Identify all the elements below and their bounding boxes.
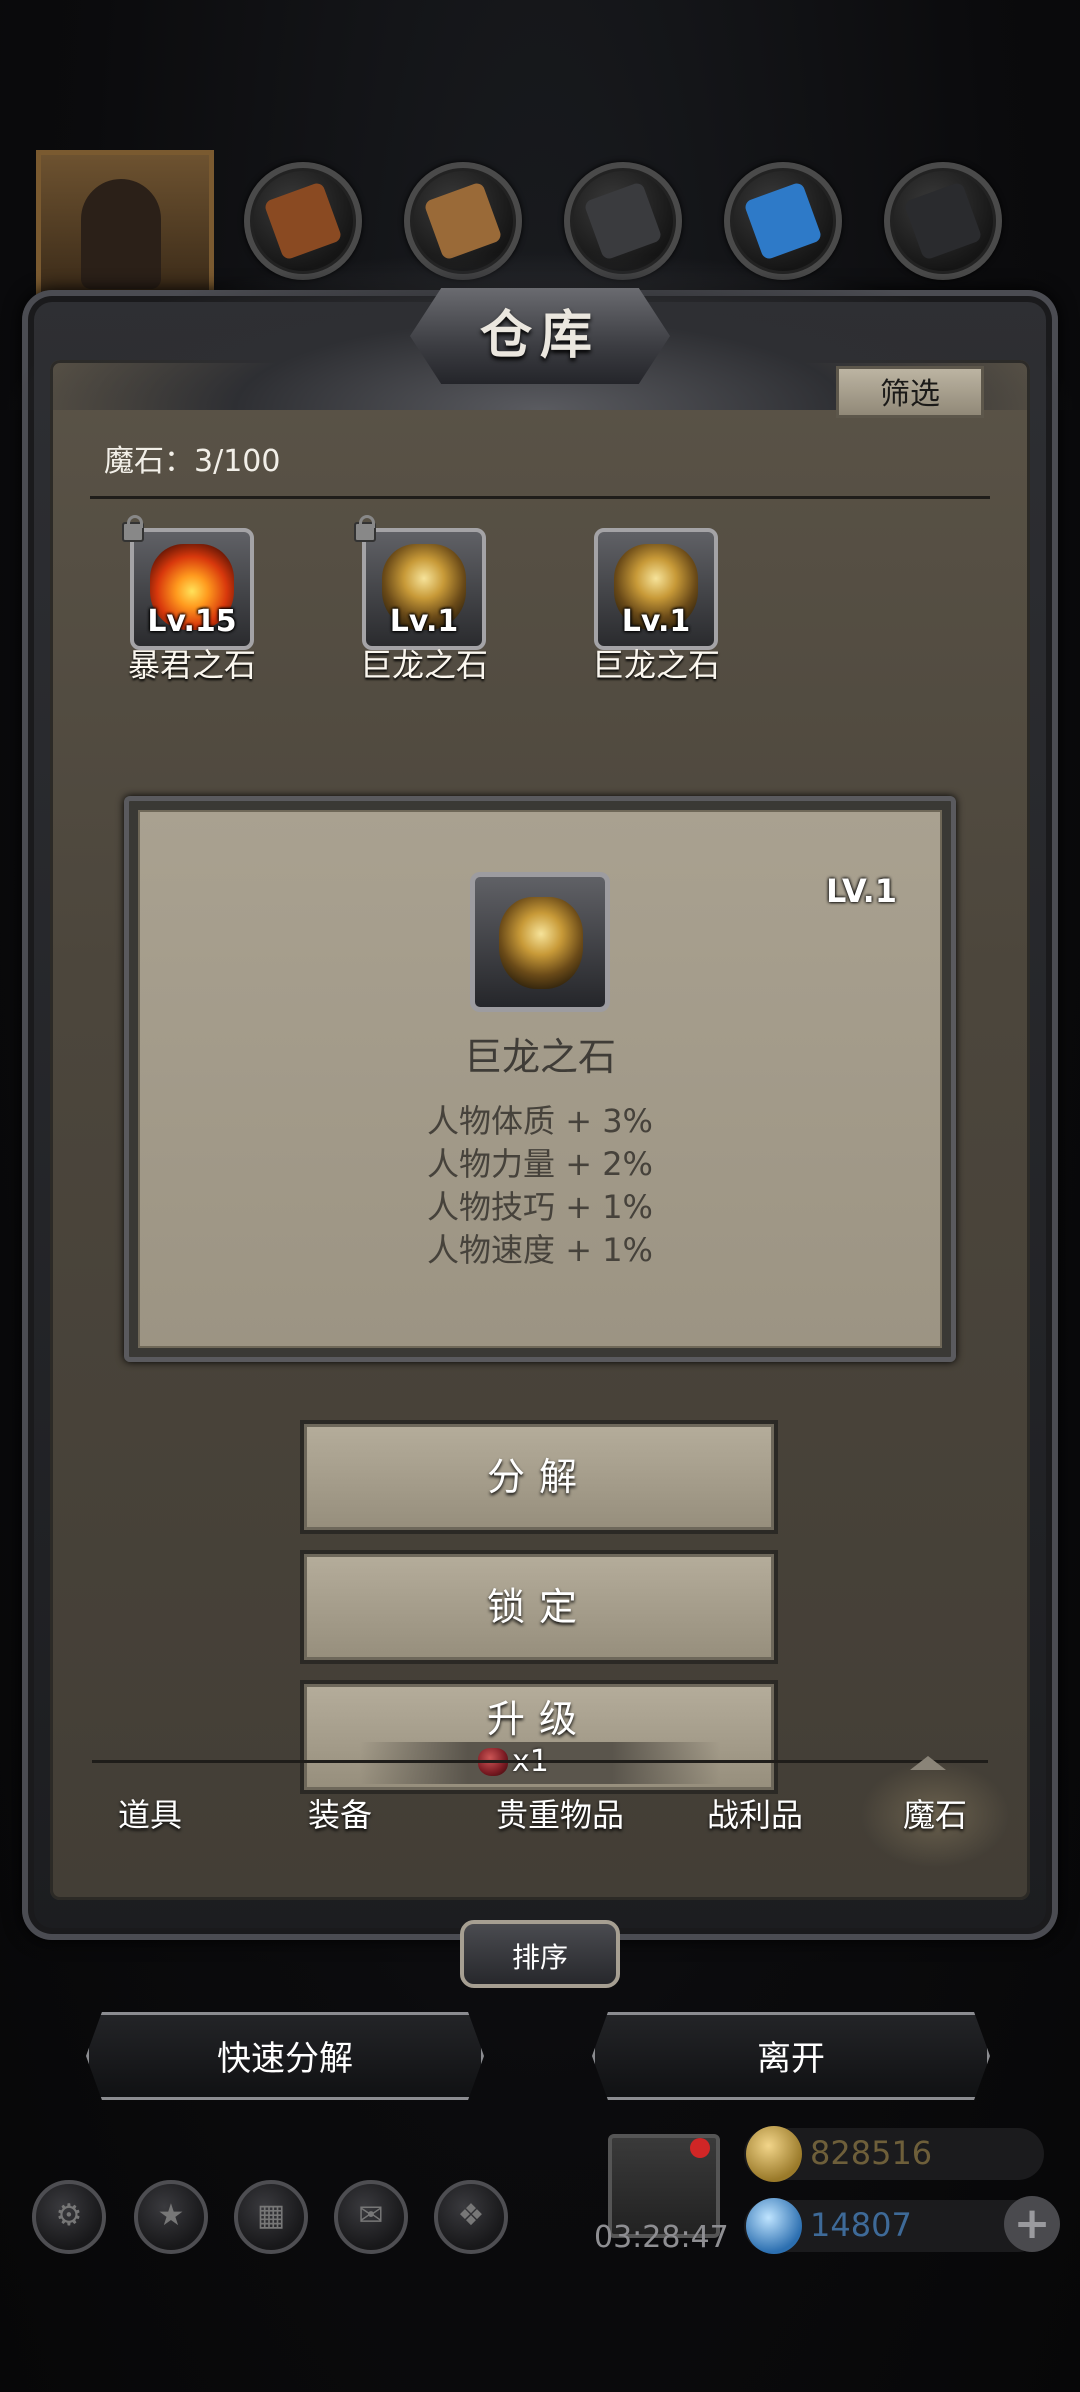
add-currency-button[interactable]: +	[1004, 2196, 1060, 2252]
item-level: Lv.1	[621, 604, 691, 639]
category-tabs: 道具 装备 贵重物品 战利品 魔石	[50, 1762, 1030, 1868]
inventory-item[interactable]: Lv.1 巨龙之石	[586, 528, 726, 684]
stat-list: 人物体质 + 3% 人物力量 + 2% 人物技巧 + 1% 人物速度 + 1%	[138, 1100, 942, 1272]
tab-items[interactable]: 道具	[90, 1762, 210, 1868]
mail-icon[interactable]: ✉	[334, 2180, 408, 2254]
quick-decompose-button[interactable]: 快速分解	[86, 2012, 484, 2100]
item-name: 暴君之石	[127, 646, 256, 684]
tab-loot[interactable]: 战利品	[670, 1762, 840, 1868]
tab-valuables[interactable]: 贵重物品	[460, 1762, 660, 1868]
blue-gem-icon	[746, 2198, 802, 2254]
item-level: Lv.1	[389, 604, 459, 639]
tab-equipment[interactable]: 装备	[280, 1762, 400, 1868]
stat-line: 人物体质 + 3%	[427, 1102, 653, 1140]
gem-amount: 14807	[810, 2206, 912, 2244]
item-level: Lv.15	[147, 604, 237, 639]
lock-icon	[354, 515, 376, 542]
window-title: 仓库	[479, 306, 600, 366]
star-icon[interactable]: ★	[134, 2180, 208, 2254]
dragon-stone-icon	[499, 897, 583, 989]
scroll-icon[interactable]: ❖	[434, 2180, 508, 2254]
lock-icon	[122, 515, 144, 542]
settings-gear-icon[interactable]: ⚙	[32, 2180, 106, 2254]
stat-line: 人物速度 + 1%	[427, 1231, 653, 1269]
detail-level: LV.1	[826, 872, 898, 910]
leave-button[interactable]: 离开	[592, 2012, 990, 2100]
decompose-button[interactable]: 分解	[300, 1420, 778, 1534]
detail-item-frame	[470, 872, 610, 1012]
gold-amount: 828516	[810, 2134, 933, 2172]
item-name: 巨龙之石	[591, 646, 720, 684]
lock-button[interactable]: 锁定	[300, 1550, 778, 1664]
detail-name: 巨龙之石	[463, 1035, 616, 1079]
filter-button[interactable]: 筛选	[836, 366, 984, 418]
map-icon[interactable]: ▦	[234, 2180, 308, 2254]
sort-button[interactable]: 排序	[460, 1920, 620, 1988]
stone-count: 魔石：3/100	[104, 444, 281, 479]
chevron-up-icon	[910, 1756, 946, 1770]
notification-dot	[690, 2138, 710, 2158]
gold-coin-icon	[746, 2126, 802, 2182]
item-name: 巨龙之石	[359, 646, 488, 684]
stat-line: 人物力量 + 2%	[427, 1145, 653, 1183]
stat-line: 人物技巧 + 1%	[427, 1188, 653, 1226]
tab-magic-stones[interactable]: 魔石	[860, 1762, 1010, 1868]
inventory-item[interactable]: Lv.15 暴君之石	[122, 515, 262, 684]
event-timer: 03:28:47	[594, 2220, 729, 2255]
inventory-item[interactable]: Lv.1 巨龙之石	[354, 515, 494, 684]
divider	[90, 496, 990, 499]
